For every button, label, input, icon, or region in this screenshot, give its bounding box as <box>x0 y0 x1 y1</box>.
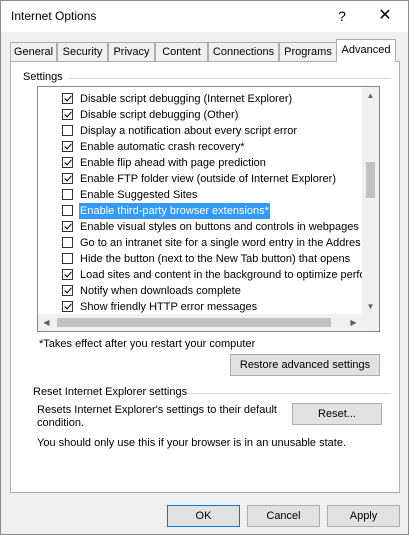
scroll-left-arrow-icon[interactable]: ◀ <box>38 314 55 331</box>
settings-group-divider <box>69 78 391 79</box>
setting-label: Hide the button (next to the New Tab but… <box>80 253 351 265</box>
scroll-down-arrow-icon[interactable]: ▼ <box>362 298 379 315</box>
setting-row[interactable]: Enable FTP folder view (outside of Inter… <box>38 171 359 187</box>
tab-content[interactable]: Content <box>155 42 208 61</box>
setting-label: Show friendly HTTP error messages <box>80 301 258 313</box>
settings-list-items: Disable script debugging (Internet Explo… <box>38 91 366 315</box>
setting-checkbox[interactable] <box>62 205 73 216</box>
setting-label: Enable Suggested Sites <box>80 189 198 201</box>
setting-label: Disable script debugging (Internet Explo… <box>80 93 293 105</box>
settings-group-label: Settings <box>23 71 63 83</box>
setting-label: Enable automatic crash recovery* <box>80 141 245 153</box>
setting-label: Go to an intranet site for a single word… <box>80 237 361 249</box>
setting-checkbox[interactable] <box>62 221 73 232</box>
setting-row[interactable]: Disable script debugging (Other) <box>38 107 359 123</box>
tab-general[interactable]: General <box>10 42 57 61</box>
setting-checkbox[interactable] <box>62 189 73 200</box>
restart-note: *Takes effect after you restart your com… <box>39 338 256 350</box>
setting-checkbox[interactable] <box>62 253 73 264</box>
horizontal-scrollbar[interactable]: ◀ ▶ <box>38 314 362 331</box>
setting-checkbox[interactable] <box>62 237 73 248</box>
close-button[interactable]: ✕ <box>373 5 397 27</box>
restore-advanced-settings-button[interactable]: Restore advanced settings <box>230 354 380 376</box>
setting-row[interactable]: Notify when downloads complete <box>38 283 359 299</box>
setting-row[interactable]: Hide the button (next to the New Tab but… <box>38 251 359 267</box>
setting-row[interactable]: Disable script debugging (Internet Explo… <box>38 91 359 107</box>
setting-checkbox[interactable] <box>62 157 73 168</box>
scrollbar-corner <box>362 314 379 331</box>
setting-label: Enable visual styles on buttons and cont… <box>80 221 359 233</box>
setting-label: Enable flip ahead with page prediction <box>80 157 266 169</box>
setting-row[interactable]: Go to an intranet site for a single word… <box>38 235 361 251</box>
reset-group-label: Reset Internet Explorer settings <box>33 386 188 398</box>
setting-label: Display a notification about every scrip… <box>80 125 298 137</box>
setting-row[interactable]: Enable flip ahead with page prediction <box>38 155 359 171</box>
setting-checkbox[interactable] <box>62 125 73 136</box>
ok-button[interactable]: OK <box>167 505 240 527</box>
title-bar: Internet Options ? ✕ <box>1 1 408 32</box>
reset-button[interactable]: Reset... <box>292 403 382 425</box>
setting-row[interactable]: Load sites and content in the background… <box>38 267 366 283</box>
reset-description: Resets Internet Explorer's settings to t… <box>37 404 277 429</box>
settings-list[interactable]: Disable script debugging (Internet Explo… <box>37 86 380 332</box>
help-button[interactable]: ? <box>331 5 353 27</box>
setting-checkbox[interactable] <box>62 141 73 152</box>
setting-row[interactable]: Enable Suggested Sites <box>38 187 359 203</box>
setting-checkbox[interactable] <box>62 93 73 104</box>
setting-label: Enable third-party browser extensions* <box>79 203 270 219</box>
tab-programs[interactable]: Programs <box>279 42 337 61</box>
advanced-tab-panel: Settings Disable script debugging (Inter… <box>10 61 400 493</box>
setting-checkbox[interactable] <box>62 109 73 120</box>
vertical-scrollbar[interactable]: ▲ ▼ <box>362 87 379 315</box>
apply-button[interactable]: Apply <box>327 505 400 527</box>
setting-row[interactable]: Show friendly HTTP error messages <box>38 299 359 315</box>
tab-security[interactable]: Security <box>57 42 108 61</box>
setting-label: Disable script debugging (Other) <box>80 109 239 121</box>
setting-label: Load sites and content in the background… <box>80 269 366 281</box>
setting-checkbox[interactable] <box>62 285 73 296</box>
vertical-scroll-thumb[interactable] <box>366 162 375 198</box>
tab-connections[interactable]: Connections <box>208 42 279 61</box>
tab-privacy[interactable]: Privacy <box>108 42 155 61</box>
setting-checkbox[interactable] <box>62 173 73 184</box>
scroll-right-arrow-icon[interactable]: ▶ <box>345 314 362 331</box>
window-title: Internet Options <box>11 9 97 23</box>
setting-row[interactable]: Enable third-party browser extensions* <box>38 203 359 219</box>
setting-row[interactable]: Enable automatic crash recovery* <box>38 139 359 155</box>
setting-row[interactable]: Display a notification about every scrip… <box>38 123 359 139</box>
internet-options-dialog: Internet Options ? ✕ General Security Pr… <box>0 0 409 535</box>
setting-checkbox[interactable] <box>62 301 73 312</box>
horizontal-scroll-thumb[interactable] <box>57 318 331 327</box>
reset-group-divider <box>187 393 391 394</box>
setting-checkbox[interactable] <box>62 269 73 280</box>
reset-warning: You should only use this if your browser… <box>37 437 346 449</box>
cancel-button[interactable]: Cancel <box>247 505 320 527</box>
setting-label: Enable FTP folder view (outside of Inter… <box>80 173 336 185</box>
tab-advanced[interactable]: Advanced <box>336 39 396 62</box>
setting-row[interactable]: Enable visual styles on buttons and cont… <box>38 219 359 235</box>
scroll-up-arrow-icon[interactable]: ▲ <box>362 87 379 104</box>
setting-label: Notify when downloads complete <box>80 285 241 297</box>
